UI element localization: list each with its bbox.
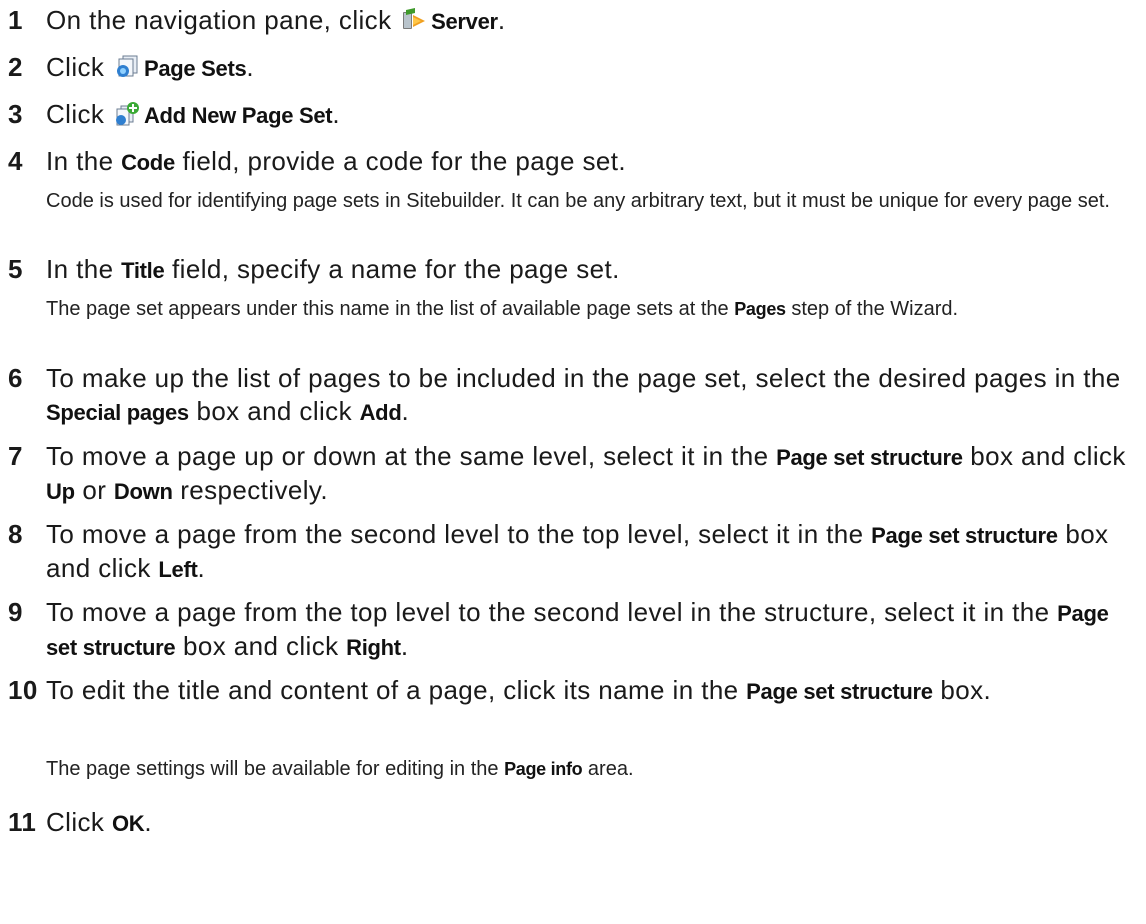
step-number: 10 <box>8 675 38 705</box>
step-number: 4 <box>8 146 23 176</box>
step-number: 2 <box>8 52 23 82</box>
step-text: Click <box>46 807 112 837</box>
step-4: 4 In the Code field, provide a code for … <box>8 146 626 176</box>
step-number: 11 <box>8 807 37 837</box>
step-number: 3 <box>8 99 23 129</box>
add-page-set-icon <box>114 101 140 127</box>
step-number: 5 <box>8 254 23 284</box>
step-7: 7 To move a page up or down at the same … <box>8 441 1126 505</box>
step-number: 1 <box>8 5 23 35</box>
step-number: 8 <box>8 519 23 549</box>
step-3: 3 Click Add New Page Set. <box>8 99 340 129</box>
note-code: Code is used for identifying page sets i… <box>46 190 1110 212</box>
step-text: To move a page up or down at the same le… <box>46 441 777 471</box>
step-number: 9 <box>8 597 23 627</box>
server-label: Server <box>431 9 498 34</box>
note-title: The page set appears under this name in … <box>46 298 959 320</box>
right-label: Right <box>346 635 401 660</box>
left-label: Left <box>158 557 198 582</box>
ok-label: OK <box>111 811 145 836</box>
up-label: Up <box>46 479 75 504</box>
title-field-label: Title <box>121 258 165 283</box>
server-icon <box>401 7 427 33</box>
step-text: To make up the list of pages to be inclu… <box>46 363 1121 393</box>
add-label: Add <box>359 400 402 425</box>
down-label: Down <box>113 479 173 504</box>
step-number: 7 <box>8 441 23 471</box>
note-page-info: The page settings will be available for … <box>46 758 634 780</box>
page-set-structure-label: Page set structure <box>746 679 933 704</box>
step-text: To move a page from the top level to the… <box>46 597 1058 627</box>
step-text: On the navigation pane, click <box>46 5 400 35</box>
step-text: In the <box>46 254 122 284</box>
step-6: 6 To make up the list of pages to be inc… <box>8 363 1121 426</box>
code-field-label: Code <box>121 150 175 175</box>
step-10: 10 To edit the title and content of a pa… <box>8 675 992 705</box>
pages-step-label: Pages <box>734 299 786 319</box>
step-11: 11 Click OK. <box>8 807 152 837</box>
page-set-structure-label: Page set structure <box>871 523 1058 548</box>
step-5: 5 In the Title field, specify a name for… <box>8 254 620 284</box>
page-sets-icon <box>114 54 140 80</box>
step-text: In the <box>46 146 122 176</box>
step-number: 6 <box>8 363 23 393</box>
step-text: To move a page from the second level to … <box>46 519 872 549</box>
step-text: Click <box>46 99 112 129</box>
step-8: 8 To move a page from the second level t… <box>8 519 1109 583</box>
add-new-page-set-label: Add New Page Set <box>143 103 333 128</box>
instruction-document: 1 On the navigation pane, click Server. … <box>0 0 1146 924</box>
page-info-label: Page info <box>504 759 583 779</box>
page-sets-label: Page Sets <box>143 56 247 81</box>
step-1: 1 On the navigation pane, click Server. <box>8 5 506 35</box>
special-pages-label: Special pages <box>46 400 189 425</box>
step-2: 2 Click Page Sets. <box>8 52 255 82</box>
step-9: 9 To move a page from the top level to t… <box>8 597 1109 661</box>
page-set-structure-label: Page set structure <box>776 445 963 470</box>
step-text: To edit the title and content of a page,… <box>46 675 747 705</box>
step-text: Click <box>46 52 112 82</box>
